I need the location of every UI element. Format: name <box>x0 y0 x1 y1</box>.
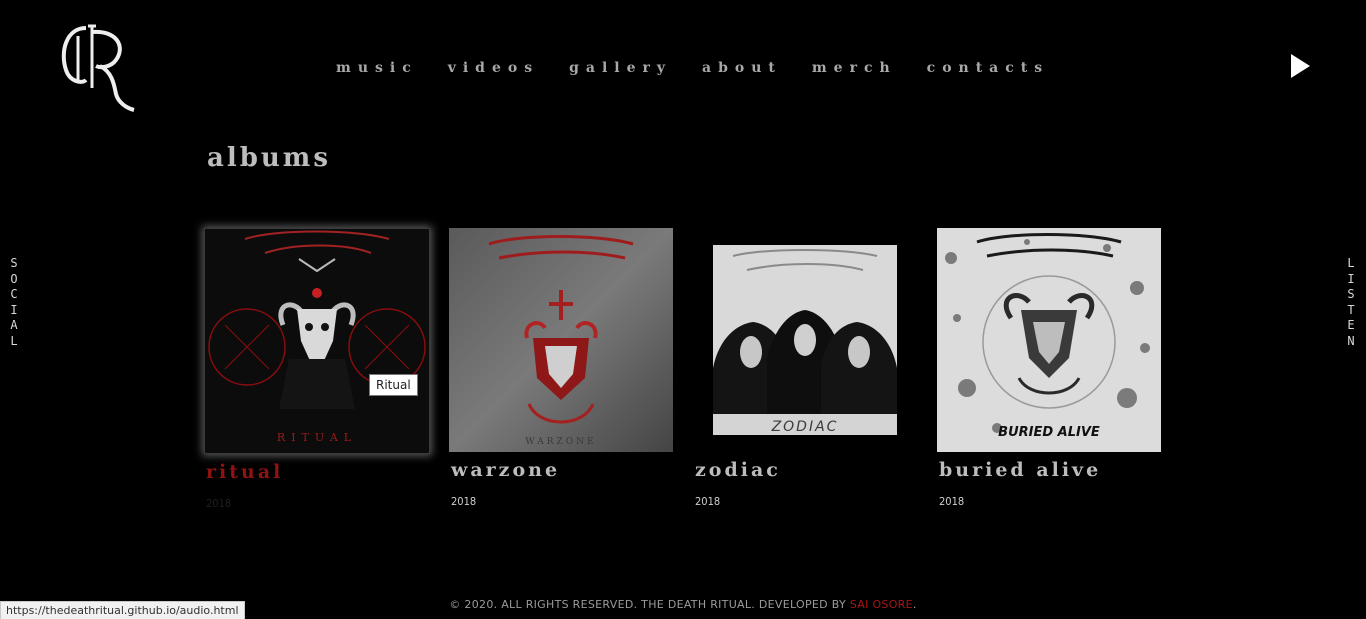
social-side-tab[interactable]: SOCIAL <box>7 256 21 349</box>
buried-alive-cover-text: BURIED ALIVE <box>998 425 1100 440</box>
ritual-cover-art: RITUAL <box>205 229 429 453</box>
listen-label: LISTEN <box>1347 256 1355 348</box>
nav-music[interactable]: music <box>336 60 418 76</box>
nav-contacts[interactable]: contacts <box>927 60 1049 76</box>
album-cover-warzone[interactable]: WARZONE <box>449 228 673 452</box>
browser-status-url: https://thedeathritual.github.io/audio.h… <box>0 601 245 619</box>
developer-link[interactable]: SAI OSORE <box>850 598 913 611</box>
album-cover-zodiac[interactable]: ZODIAC <box>693 228 917 452</box>
album-card-warzone[interactable]: WARZONE warzone 2018 <box>449 228 675 508</box>
album-card-zodiac[interactable]: ZODIAC zodiac 2018 <box>693 228 919 508</box>
social-label: SOCIAL <box>10 256 18 348</box>
album-title-zodiac[interactable]: zodiac <box>695 459 919 481</box>
warzone-cover-text: WARZONE <box>525 437 596 447</box>
album-title-warzone[interactable]: warzone <box>451 459 675 481</box>
album-year-warzone: 2018 <box>451 495 477 508</box>
zodiac-cover-art: ZODIAC <box>693 228 917 452</box>
album-title-ritual[interactable]: ritual <box>206 461 430 483</box>
album-cover-buried-alive[interactable]: BURIED ALIVE <box>937 228 1161 452</box>
album-cover-ritual[interactable]: RITUAL <box>204 228 430 454</box>
page-title: albums <box>207 143 331 173</box>
hover-tooltip: Ritual <box>369 374 418 396</box>
play-icon[interactable] <box>1288 52 1312 80</box>
footer-end: . <box>912 598 917 611</box>
album-year-zodiac: 2018 <box>695 495 721 508</box>
album-card-ritual[interactable]: RITUAL ritual 2018 <box>204 228 430 510</box>
footer-copyright: © 2020. ALL RIGHTS RESERVED. THE DEATH R… <box>449 598 847 611</box>
listen-side-tab[interactable]: LISTEN <box>1344 256 1358 349</box>
main-nav: music videos gallery about merch contact… <box>336 60 1049 76</box>
ritual-cover-text: RITUAL <box>277 431 357 444</box>
nav-videos[interactable]: videos <box>448 60 539 76</box>
album-title-buried-alive[interactable]: buried alive <box>939 459 1163 481</box>
band-logo[interactable] <box>56 22 138 112</box>
nav-merch[interactable]: merch <box>812 60 897 76</box>
buried-alive-cover-art: BURIED ALIVE <box>937 228 1161 452</box>
album-year-ritual: 2018 <box>206 497 232 510</box>
album-year-buried-alive: 2018 <box>939 495 965 508</box>
album-card-buried-alive[interactable]: BURIED ALIVE buried alive 2018 <box>937 228 1163 508</box>
zodiac-cover-text: ZODIAC <box>771 419 839 435</box>
nav-gallery[interactable]: gallery <box>569 60 672 76</box>
warzone-cover-art: WARZONE <box>449 228 673 452</box>
nav-about[interactable]: about <box>702 60 782 76</box>
